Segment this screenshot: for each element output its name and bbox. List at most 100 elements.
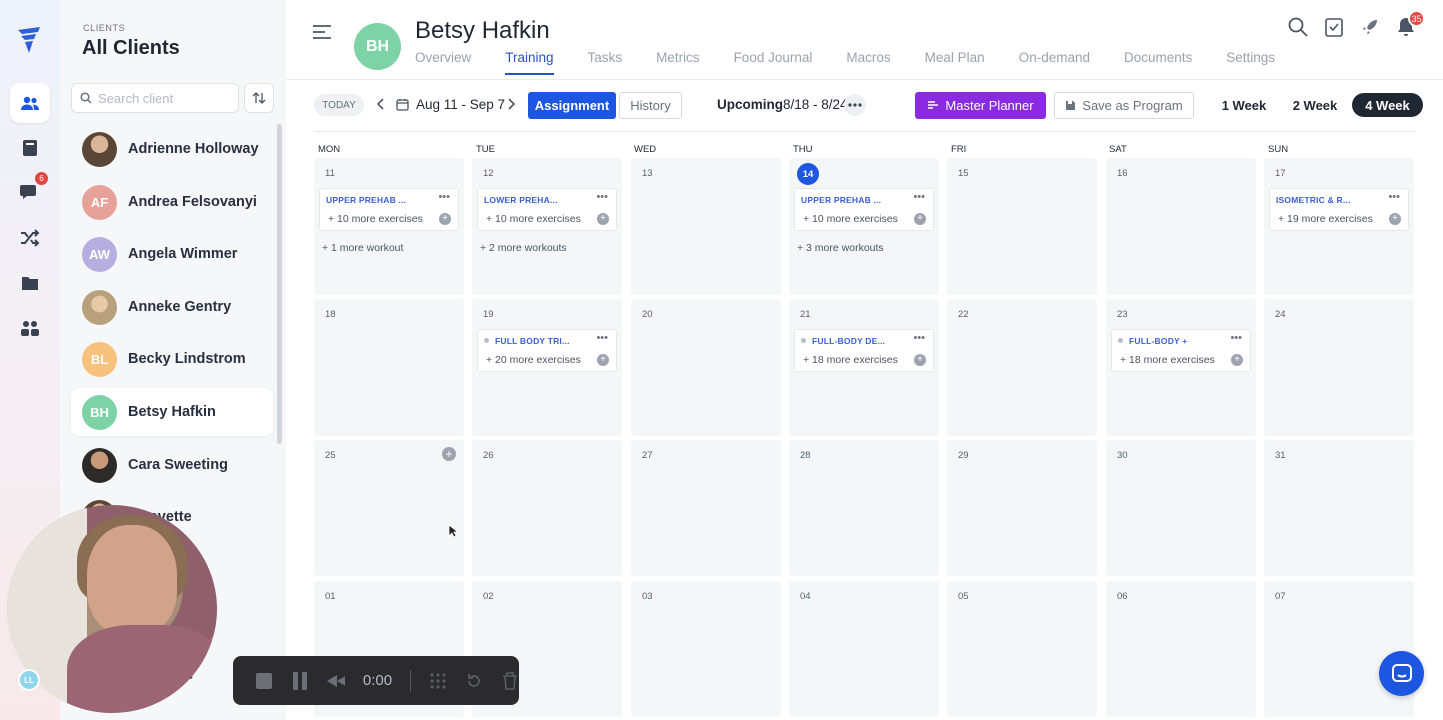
workout-card[interactable]: FULL BODY TRI... ••• + 20 more exercises + <box>477 329 617 372</box>
more-exercises-link[interactable]: + 18 more exercises <box>1120 354 1215 366</box>
chevron-left-icon[interactable] <box>374 97 388 111</box>
workout-menu-icon[interactable]: ••• <box>913 191 925 203</box>
workout-menu-icon[interactable]: ••• <box>438 191 450 203</box>
calendar-day-cell[interactable]: 31 <box>1264 440 1414 576</box>
client-item[interactable]: Anneke Gentry <box>71 283 273 331</box>
four-week-button[interactable]: 4 Week <box>1352 93 1423 117</box>
calendar-day-cell[interactable]: 05 <box>947 581 1097 717</box>
calendar-day-cell[interactable]: 06 <box>1106 581 1256 717</box>
client-item-active[interactable]: BH Betsy Hafkin <box>71 388 273 436</box>
client-item[interactable]: Adrienne Holloway <box>71 125 273 173</box>
client-item[interactable]: AF Andrea Felsovanyi <box>71 178 273 226</box>
more-exercises-link[interactable]: + 10 more exercises <box>328 213 423 225</box>
client-search[interactable] <box>71 83 239 113</box>
workout-menu-icon[interactable]: ••• <box>596 191 608 203</box>
add-exercise-icon[interactable]: + <box>1389 213 1401 225</box>
rail-messages[interactable]: 6 <box>10 172 50 212</box>
workout-card[interactable]: LOWER PREHA... ••• + 10 more exercises + <box>477 188 617 231</box>
more-workouts-link[interactable]: + 2 more workouts <box>480 242 567 254</box>
workout-card[interactable]: ISOMETRIC & R... ••• + 19 more exercises + <box>1269 188 1409 231</box>
calendar-day-cell[interactable]: 17 ISOMETRIC & R... ••• + 19 more exercises… <box>1264 158 1414 295</box>
calendar-day-cell[interactable]: 23 FULL-BODY + ••• + 18 more exercises + <box>1106 299 1256 436</box>
calendar-day-cell[interactable]: 13 <box>631 158 781 295</box>
client-item[interactable]: Cara Sweeting <box>71 441 273 489</box>
one-week-button[interactable]: 1 Week <box>1214 93 1274 117</box>
more-exercises-link[interactable]: + 19 more exercises <box>1278 213 1373 225</box>
tab-meal-plan[interactable]: Meal Plan <box>925 50 985 75</box>
restart-button[interactable] <box>465 672 483 690</box>
sort-button[interactable] <box>244 83 274 113</box>
tab-settings[interactable]: Settings <box>1226 50 1275 75</box>
calendar-day-cell[interactable]: 15 <box>947 158 1097 295</box>
support-chat-button[interactable] <box>1379 651 1424 696</box>
trainerize-logo[interactable] <box>16 26 42 54</box>
pause-button[interactable] <box>291 671 309 690</box>
two-week-button[interactable]: 2 Week <box>1285 93 1345 117</box>
calendar-day-cell[interactable]: 21 FULL-BODY DE... ••• + 18 more exercises + <box>789 299 939 436</box>
more-exercises-link[interactable]: + 10 more exercises <box>486 213 581 225</box>
calendar-day-cell[interactable]: 27 <box>631 440 781 576</box>
calendar-day-cell[interactable]: 16 <box>1106 158 1256 295</box>
tab-training[interactable]: Training <box>505 50 554 75</box>
tab-overview[interactable]: Overview <box>415 50 471 75</box>
rail-library[interactable] <box>10 128 50 168</box>
tab-on-demand[interactable]: On-demand <box>1019 50 1090 75</box>
workout-menu-icon[interactable]: ••• <box>1388 191 1400 203</box>
tab-macros[interactable]: Macros <box>846 50 890 75</box>
calendar-day-cell[interactable]: 25 + <box>314 440 464 576</box>
rail-team[interactable] <box>10 308 50 348</box>
search-input[interactable] <box>98 90 228 106</box>
tab-documents[interactable]: Documents <box>1124 50 1192 75</box>
more-exercises-link[interactable]: + 10 more exercises <box>803 213 898 225</box>
rail-automation[interactable] <box>10 218 50 258</box>
more-options-button[interactable] <box>844 94 866 116</box>
calendar-day-cell[interactable]: 24 <box>1264 299 1414 436</box>
tab-metrics[interactable]: Metrics <box>656 50 700 75</box>
tab-tasks[interactable]: Tasks <box>588 50 623 75</box>
calendar-icon[interactable] <box>396 98 409 111</box>
date-range[interactable]: Aug 11 - Sep 7 <box>416 97 505 112</box>
calendar-day-cell[interactable]: 20 <box>631 299 781 436</box>
more-exercises-link[interactable]: + 18 more exercises <box>803 354 898 366</box>
client-item[interactable]: BL Becky Lindstrom <box>71 335 273 383</box>
workout-card[interactable]: FULL-BODY + ••• + 18 more exercises + <box>1111 329 1251 372</box>
calendar-day-cell[interactable]: 14 UPPER PREHAB ... ••• + 10 more exercises… <box>789 158 939 295</box>
grid-button[interactable] <box>429 672 447 690</box>
calendar-day-cell[interactable]: 19 FULL BODY TRI... ••• + 20 more exercises… <box>472 299 622 436</box>
menu-icon[interactable] <box>312 22 332 42</box>
header-tasks[interactable] <box>1323 16 1345 38</box>
calendar-day-cell[interactable]: 22 <box>947 299 1097 436</box>
header-notifications[interactable]: 35 <box>1395 10 1425 38</box>
delete-button[interactable] <box>501 671 519 690</box>
add-workout-icon[interactable]: + <box>442 447 456 461</box>
calendar-day-cell[interactable]: 04 <box>789 581 939 717</box>
rail-clients[interactable] <box>10 83 50 123</box>
workout-menu-icon[interactable]: ••• <box>596 332 608 344</box>
master-planner-button[interactable]: Master Planner <box>915 92 1046 119</box>
calendar-day-cell[interactable]: 03 <box>631 581 781 717</box>
rewind-button[interactable] <box>326 672 345 690</box>
more-workouts-link[interactable]: + 1 more workout <box>322 242 403 254</box>
calendar-day-cell[interactable]: 30 <box>1106 440 1256 576</box>
more-exercises-link[interactable]: + 20 more exercises <box>486 354 581 366</box>
save-as-program-button[interactable]: Save as Program <box>1054 92 1194 119</box>
add-exercise-icon[interactable]: + <box>914 354 926 366</box>
add-exercise-icon[interactable]: + <box>914 213 926 225</box>
chevron-right-icon[interactable] <box>504 97 518 111</box>
workout-menu-icon[interactable]: ••• <box>913 332 925 344</box>
add-exercise-icon[interactable]: + <box>597 354 609 366</box>
tab-food-journal[interactable]: Food Journal <box>734 50 813 75</box>
today-button[interactable]: TODAY <box>314 94 364 116</box>
calendar-day-cell[interactable]: 28 <box>789 440 939 576</box>
workout-menu-icon[interactable]: ••• <box>1230 332 1242 344</box>
add-exercise-icon[interactable]: + <box>597 213 609 225</box>
calendar-day-cell[interactable]: 18 <box>314 299 464 436</box>
calendar-day-cell[interactable]: 29 <box>947 440 1097 576</box>
client-item[interactable]: AW Angela Wimmer <box>71 230 273 278</box>
calendar-day-cell[interactable]: 26 <box>472 440 622 576</box>
rail-files[interactable] <box>10 263 50 303</box>
workout-card[interactable]: UPPER PREHAB ... ••• + 10 more exercises + <box>319 188 459 231</box>
more-workouts-link[interactable]: + 3 more workouts <box>797 242 884 254</box>
client-list-scrollbar[interactable] <box>277 124 282 444</box>
assignment-button[interactable]: Assignment <box>528 92 616 119</box>
